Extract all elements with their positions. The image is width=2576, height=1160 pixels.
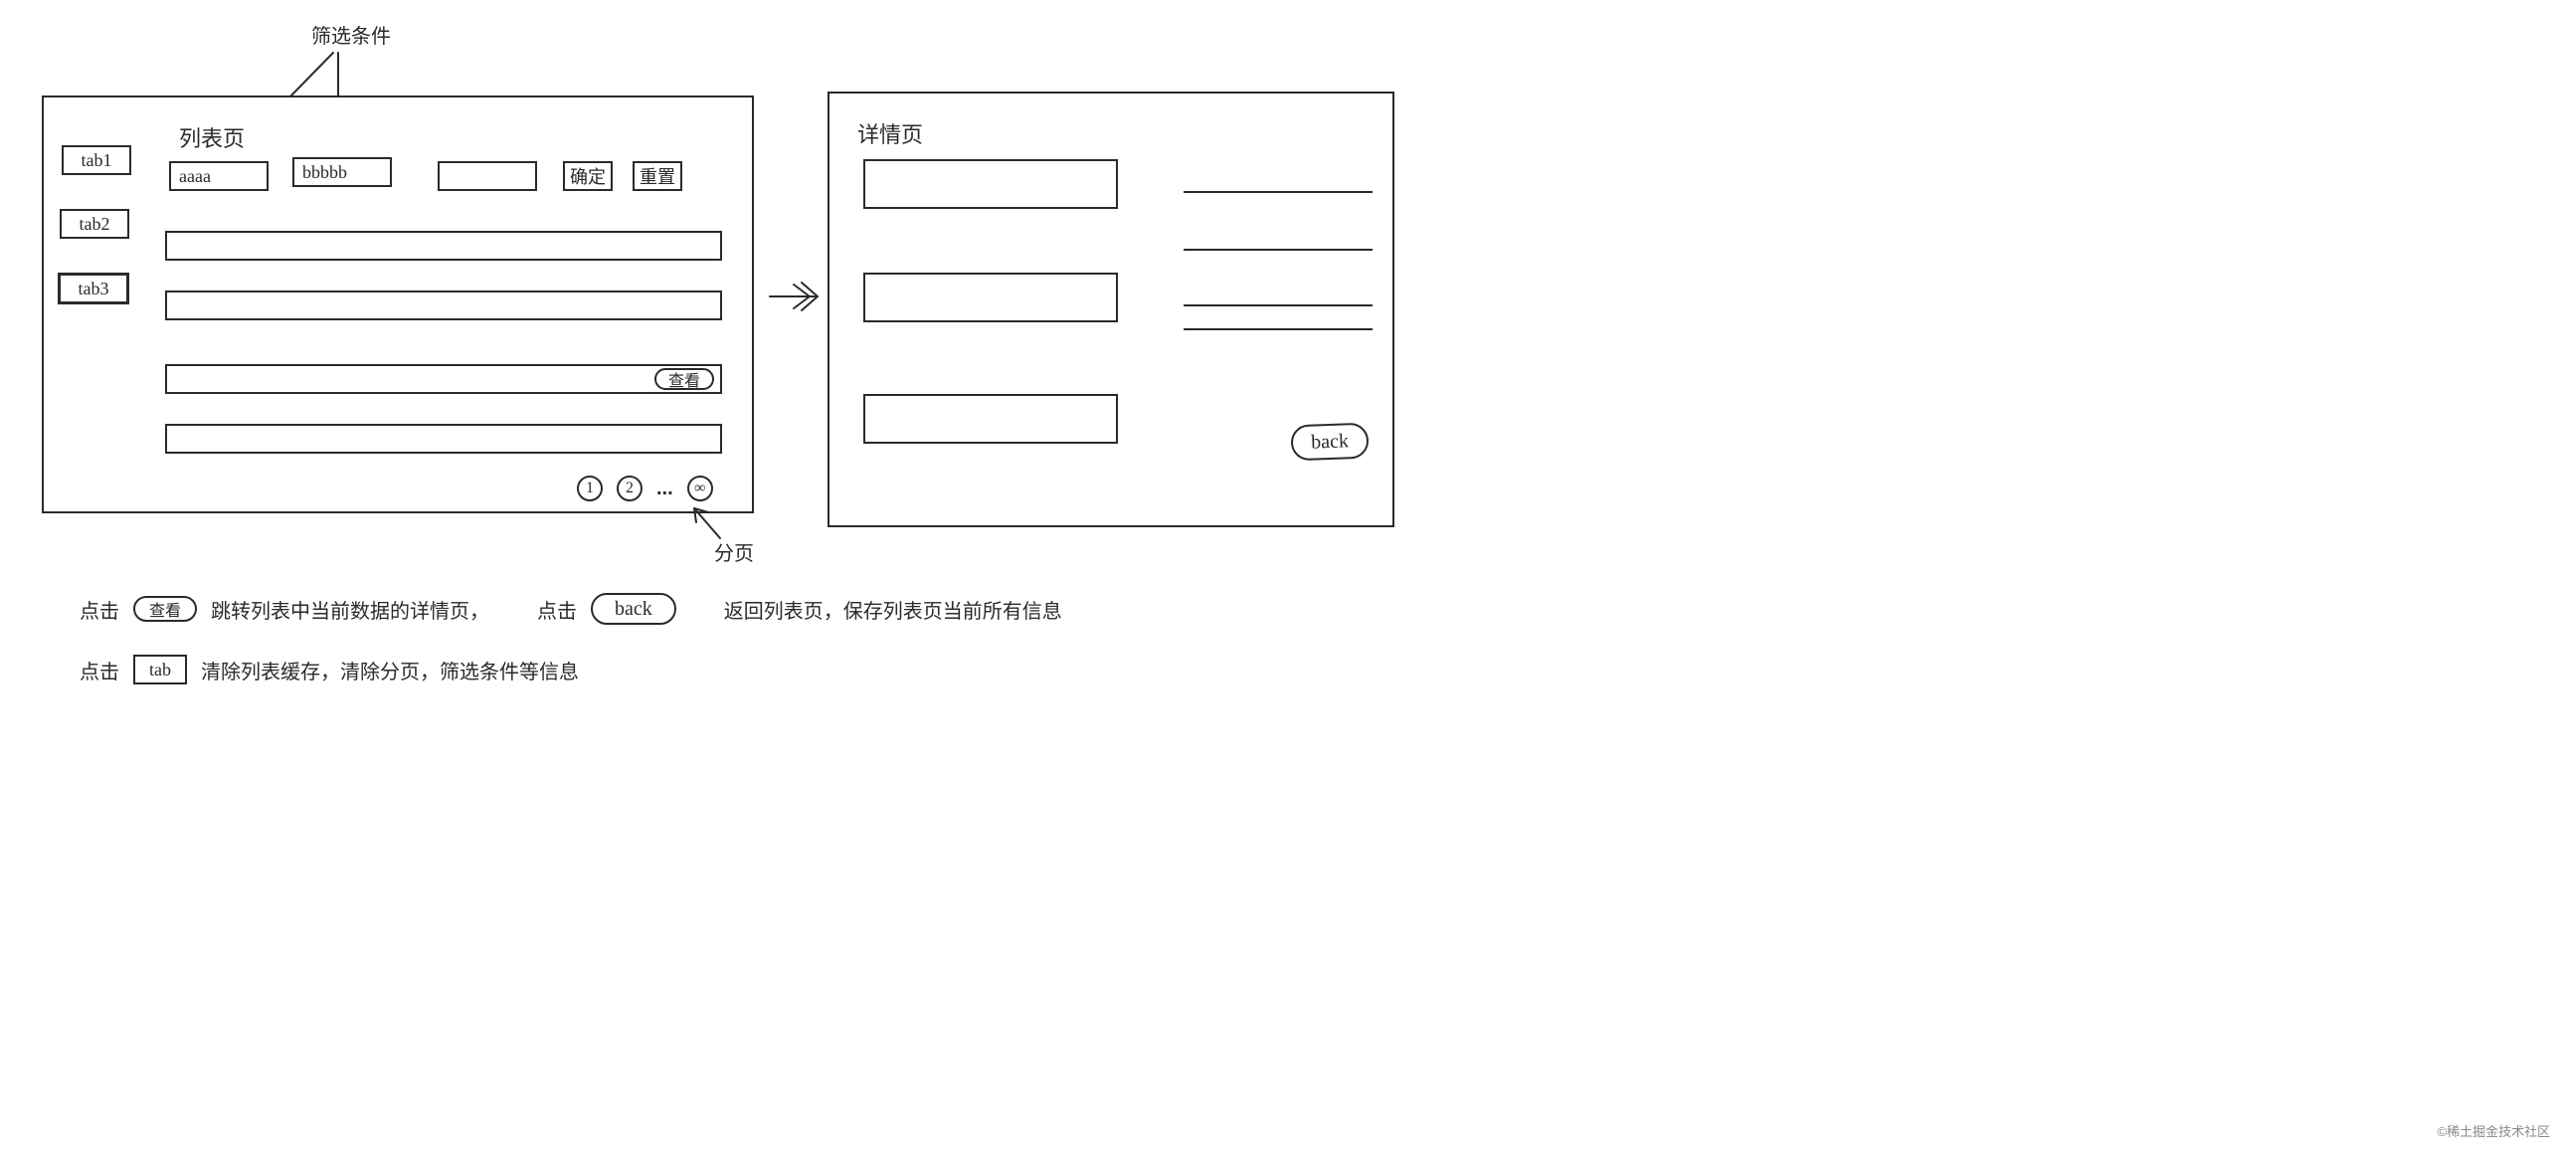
tab-3[interactable]: tab3 — [58, 273, 129, 304]
detail-block — [863, 273, 1118, 322]
reset-button[interactable]: 重置 — [633, 161, 682, 191]
filter-input-3[interactable] — [438, 161, 537, 191]
back-button-example: back — [591, 593, 676, 625]
footer-text: 点击 — [80, 595, 119, 624]
list-row — [165, 231, 722, 261]
arrow-to-pagination — [686, 502, 726, 542]
tab-1[interactable]: tab1 — [62, 145, 131, 175]
page-1[interactable]: 1 — [577, 476, 603, 501]
footer-text: 返回列表页，保存列表页当前所有信息 — [724, 595, 1062, 624]
filter-conditions-annotation: 筛选条件 — [311, 20, 391, 49]
view-button-example: 查看 — [133, 596, 197, 622]
watermark: ©稀土掘金技术社区 — [2437, 1121, 2550, 1140]
back-button[interactable]: back — [1290, 423, 1369, 462]
footer-note-2: 点击 tab 清除列表缓存，清除分页，筛选条件等信息 — [80, 655, 579, 684]
tab-example: tab — [133, 655, 187, 684]
list-row — [165, 290, 722, 320]
tab-2[interactable]: tab2 — [60, 209, 129, 239]
footer-note-1: 点击 查看 跳转列表中当前数据的详情页， 点击 back 返回列表页，保存列表页… — [80, 593, 1062, 625]
footer-text: 点击 — [537, 595, 577, 624]
detail-text-line — [1184, 191, 1373, 193]
pagination-annotation: 分页 — [714, 537, 754, 566]
detail-block — [863, 159, 1118, 209]
page-2[interactable]: 2 — [617, 476, 643, 501]
detail-text-line — [1184, 328, 1373, 330]
list-row — [165, 424, 722, 454]
footer-text: 点击 — [80, 656, 119, 684]
detail-text-line — [1184, 249, 1373, 251]
page-last[interactable]: ∞ — [687, 476, 713, 501]
view-button[interactable]: 查看 — [654, 368, 714, 390]
footer-text: 跳转列表中当前数据的详情页， — [211, 595, 489, 624]
list-page-title: 列表页 — [179, 121, 245, 153]
page-ellipsis: ... — [656, 478, 673, 500]
list-row: 查看 — [165, 364, 722, 394]
detail-text-line — [1184, 304, 1373, 306]
filter-input-2[interactable]: bbbbb — [292, 157, 392, 187]
detail-block — [863, 394, 1118, 444]
footer-text: 清除列表缓存，清除分页，筛选条件等信息 — [201, 656, 579, 684]
filter-input-1[interactable]: aaaa — [169, 161, 269, 191]
navigate-arrow-icon — [768, 277, 824, 316]
detail-page-title: 详情页 — [857, 117, 923, 149]
pagination: 1 2 ... ∞ — [577, 476, 713, 501]
confirm-button[interactable]: 确定 — [563, 161, 613, 191]
